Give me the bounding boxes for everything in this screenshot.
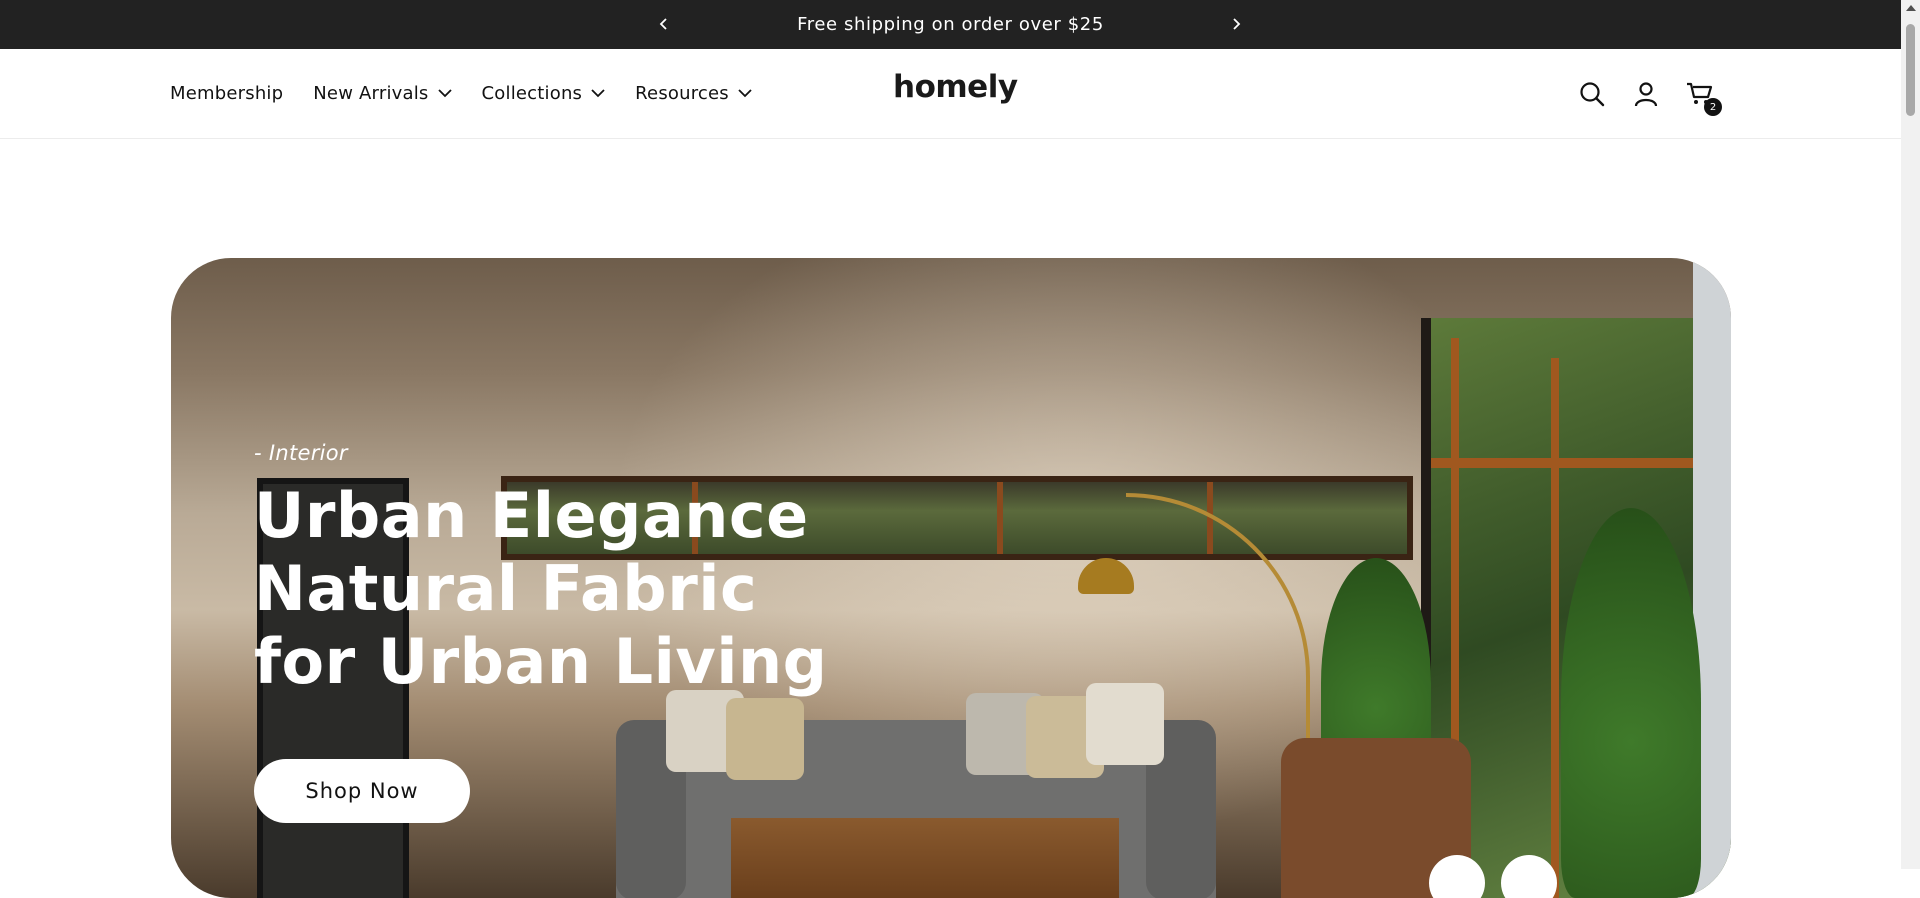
chevron-down-icon bbox=[738, 89, 752, 98]
hero-title-line: Urban Elegance bbox=[254, 479, 809, 552]
hero-subtitle: - Interior bbox=[254, 441, 348, 465]
hero-title: Urban Elegance Natural Fabric for Urban … bbox=[254, 479, 828, 698]
shop-now-button[interactable]: Shop Now bbox=[254, 759, 470, 823]
nav-item-membership[interactable]: Membership bbox=[170, 83, 283, 104]
hero-image-pillow bbox=[1086, 683, 1164, 765]
cart-icon[interactable]: 2 bbox=[1684, 78, 1722, 116]
cart-count-badge: 2 bbox=[1704, 98, 1722, 116]
announcement-bar: Free shipping on order over $25 bbox=[0, 0, 1901, 49]
account-icon[interactable] bbox=[1630, 78, 1662, 110]
hero-title-line: Natural Fabric bbox=[254, 552, 758, 625]
header-icons: 2 bbox=[1554, 78, 1722, 116]
search-icon[interactable] bbox=[1576, 78, 1608, 110]
page-scrollbar[interactable] bbox=[1901, 0, 1920, 869]
scroll-up-arrow-icon[interactable] bbox=[1906, 5, 1916, 11]
nav-item-label: Collections bbox=[481, 83, 583, 104]
chevron-down-icon bbox=[437, 89, 452, 98]
chevron-right-icon[interactable] bbox=[1224, 12, 1248, 36]
nav-item-label: Membership bbox=[170, 83, 284, 104]
nav-item-new-arrivals[interactable]: New Arrivals bbox=[313, 83, 452, 104]
site-header: Membership New Arrivals Collections Reso… bbox=[0, 49, 1901, 139]
hero-text: - Interior Urban Elegance Natural Fabric… bbox=[254, 441, 828, 698]
nav-item-label: Resources bbox=[635, 83, 729, 104]
hero-image-coffee-table bbox=[731, 818, 1119, 898]
chevron-left-icon[interactable] bbox=[652, 12, 676, 36]
scrollbar-thumb[interactable] bbox=[1906, 24, 1915, 116]
hero-image-plant bbox=[1561, 508, 1701, 898]
hero-banner: - Interior Urban Elegance Natural Fabric… bbox=[171, 258, 1731, 898]
site-logo[interactable]: homely bbox=[893, 69, 1018, 105]
hero-image-pillow bbox=[726, 698, 804, 780]
announcement-message: Free shipping on order over $25 bbox=[797, 14, 1104, 35]
main-nav: Membership New Arrivals Collections Reso… bbox=[170, 49, 782, 138]
nav-item-collections[interactable]: Collections bbox=[482, 83, 606, 104]
nav-item-resources[interactable]: Resources bbox=[635, 83, 752, 104]
chevron-down-icon bbox=[591, 89, 605, 98]
nav-item-label: New Arrivals bbox=[313, 83, 429, 104]
hero-title-line: for Urban Living bbox=[254, 625, 828, 698]
